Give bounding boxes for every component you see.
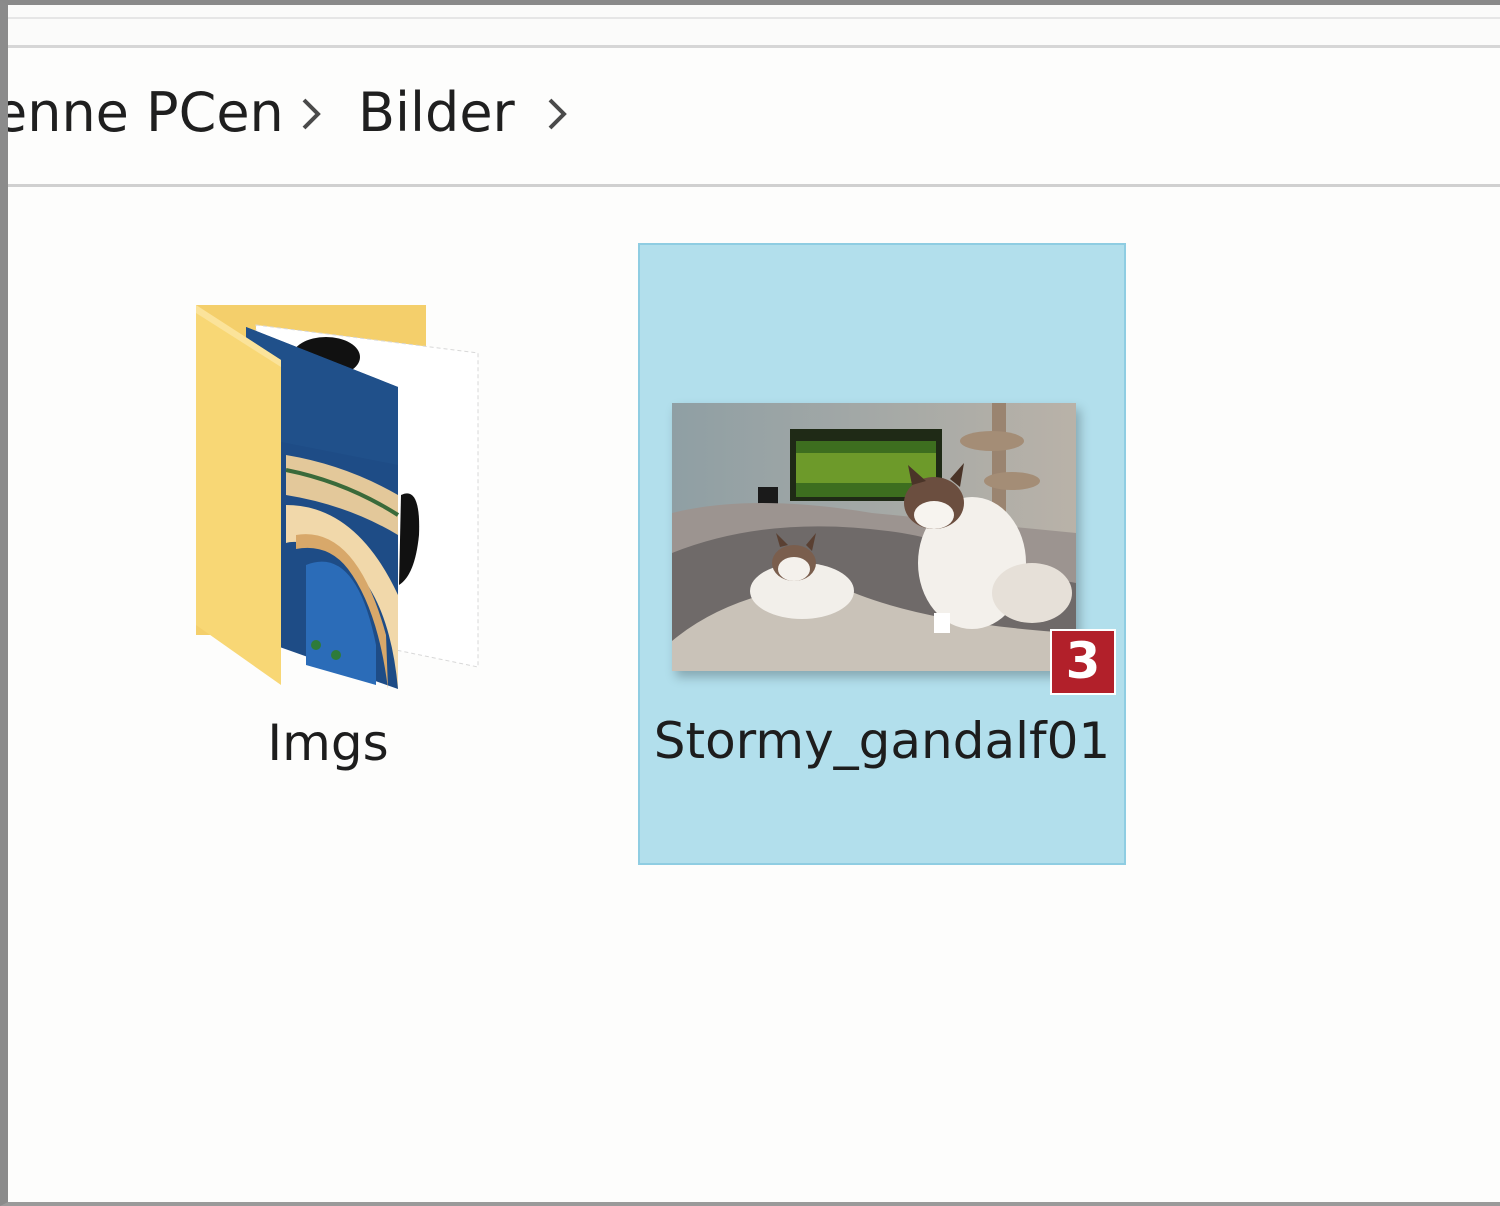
folder-with-image-icon <box>186 305 506 705</box>
annotation-badge: 3 <box>1050 629 1116 695</box>
folder-item-imgs[interactable]: Imgs <box>158 247 498 807</box>
toolbar-divider <box>8 17 1500 19</box>
file-name-label: Imgs <box>267 714 389 772</box>
toolbar-strip <box>8 5 1500 48</box>
chevron-right-icon[interactable] <box>292 92 332 136</box>
file-item-stormy-gandalf01[interactable]: 3 Stormy_gandalf01 <box>638 243 1126 865</box>
image-thumbnail <box>672 403 1076 671</box>
chevron-right-icon[interactable] <box>538 92 578 136</box>
file-list-area: Imgs 3 Stormy_gandalf01 <box>8 187 1500 1202</box>
address-bar[interactable]: enne PCen Bilder <box>8 48 1500 187</box>
file-explorer-window: enne PCen Bilder Imgs 3 Stormy_gandalf01 <box>0 0 1500 1206</box>
breadcrumb-item-bilder[interactable]: Bilder <box>358 86 515 140</box>
breadcrumb-item-pc[interactable]: enne PCen <box>8 86 284 140</box>
file-name-label: Stormy_gandalf01 <box>653 712 1111 770</box>
